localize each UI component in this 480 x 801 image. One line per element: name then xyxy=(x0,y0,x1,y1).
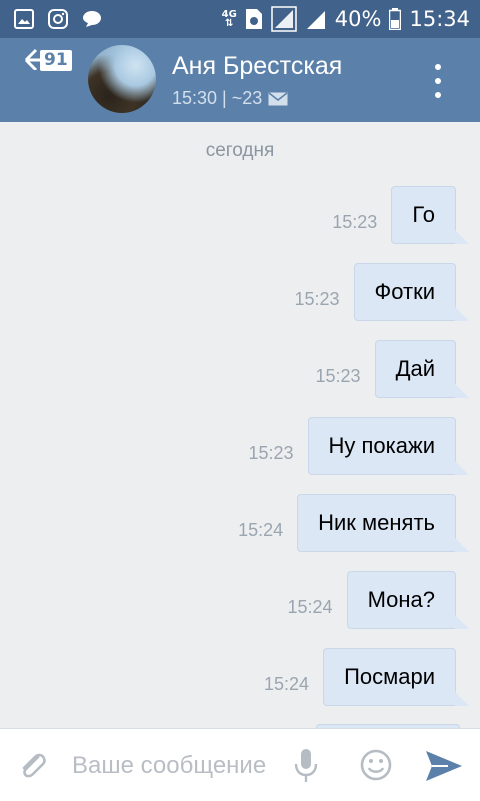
battery-percent: 40% xyxy=(334,7,382,31)
battery-icon xyxy=(389,8,402,30)
message-row: 15:24 Мона? xyxy=(288,571,472,629)
contact-name[interactable]: Аня Брестская xyxy=(172,52,342,81)
avatar[interactable] xyxy=(88,45,156,113)
paperclip-icon[interactable] xyxy=(16,749,50,783)
signal-icon-2 xyxy=(305,8,327,30)
message-bubble[interactable]: Посмари xyxy=(323,648,469,706)
message-row: 15:24 Ник менять xyxy=(238,494,472,552)
network-type-icon: 4G ⇅ xyxy=(222,10,237,29)
contact-status: 15:30 | ~23 xyxy=(172,88,288,109)
unread-count-badge: 91 xyxy=(40,50,72,71)
menu-dot xyxy=(435,64,441,70)
last-seen-text: 15:30 | ~23 xyxy=(172,88,263,108)
more-vertical-icon[interactable] xyxy=(428,64,448,98)
message-bubble[interactable]: Ну покажи xyxy=(307,417,469,475)
message-bubble[interactable]: Мона? xyxy=(346,571,470,629)
message-time: 15:24 xyxy=(287,596,333,617)
message-composer xyxy=(0,728,480,801)
signal-icon xyxy=(271,6,297,32)
menu-dot xyxy=(435,92,441,98)
emoji-icon[interactable] xyxy=(358,747,394,783)
message-time: 15:23 xyxy=(248,442,294,463)
message-time: 15:24 xyxy=(238,519,284,540)
message-input[interactable] xyxy=(70,747,278,785)
status-right-icons: 4G ⇅ 40% 15:34 xyxy=(222,4,470,34)
date-separator: сегодня xyxy=(205,140,275,161)
message-bubble[interactable]: Ник менять xyxy=(297,494,469,552)
mail-icon xyxy=(268,91,288,105)
message-time: 15:23 xyxy=(332,211,378,232)
status-bar: 4G ⇅ 40% 15:34 xyxy=(0,0,480,38)
message-bubble[interactable]: Фотки xyxy=(353,263,470,321)
message-bubble[interactable]: Го xyxy=(391,186,469,244)
send-icon[interactable] xyxy=(424,749,464,783)
message-row: 15:23 Дай xyxy=(316,340,472,398)
message-time: 15:24 xyxy=(264,673,310,694)
message-row: 15:23 Ну покажи xyxy=(248,417,472,475)
message-row: 15:24 Посмари xyxy=(264,648,472,706)
data-arrows-icon: ⇅ xyxy=(225,18,234,29)
microphone-icon[interactable] xyxy=(292,747,320,787)
message-time: 15:23 xyxy=(315,365,361,386)
message-row: 15:23 Го xyxy=(332,186,472,244)
sim-icon xyxy=(245,8,263,30)
message-row: 15:23 Фотки xyxy=(294,263,472,321)
message-time: 15:23 xyxy=(294,288,340,309)
message-bubble[interactable]: Дай xyxy=(374,340,470,398)
status-time: 15:34 xyxy=(409,7,470,31)
chat-bubble-icon xyxy=(82,10,102,28)
menu-dot xyxy=(435,78,441,84)
